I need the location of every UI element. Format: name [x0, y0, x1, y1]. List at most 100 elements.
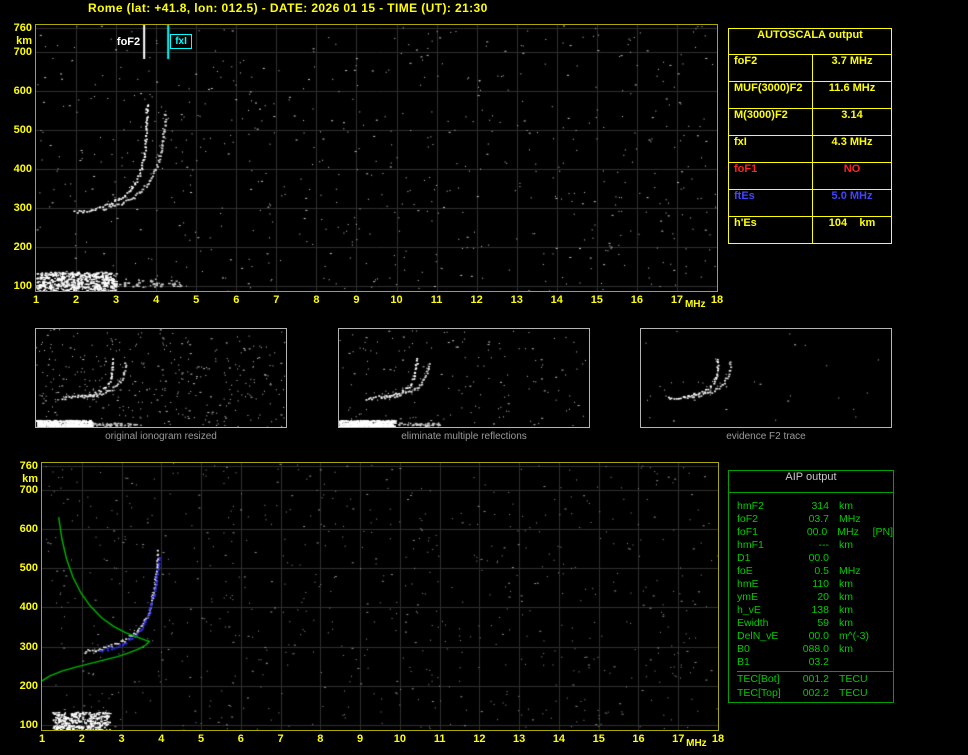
aip-parameter-name: TEC[Top]	[737, 687, 781, 699]
autoscala-parameter-name: M(3000)F2	[729, 109, 813, 135]
autoscala-parameter-value: 3.14	[841, 109, 863, 121]
aip-parameter-name: DelN_vE	[737, 630, 779, 642]
aip-parameter-extra	[875, 513, 893, 526]
aip-parameter-unit: km	[839, 617, 853, 629]
x-tick-label: 15	[592, 733, 605, 745]
aip-parameter-name: foE	[737, 565, 753, 577]
x-tick-label: 6	[233, 294, 240, 306]
aip-parameter-value: 314	[811, 500, 829, 512]
aip-parameter-extra	[875, 673, 893, 687]
autoscala-parameter-value: 3.7 MHz	[831, 55, 873, 67]
aip-row: D1 00.0	[737, 552, 893, 565]
aip-parameter-extra	[875, 630, 893, 643]
autoscala-parameter-name: ftEs	[729, 190, 813, 216]
thumbnail-canvas	[339, 329, 589, 427]
aip-parameter-name: D1	[737, 552, 751, 564]
y-tick-label: 600	[13, 84, 32, 97]
aip-parameter-value: 002.2	[802, 687, 829, 699]
thumbnail-3	[640, 328, 892, 428]
thumbnail-2	[338, 328, 590, 428]
aip-row: hmF2 314 km	[737, 500, 893, 513]
x-tick-label: 16	[632, 733, 645, 745]
aip-parameter-name: foF2	[737, 513, 759, 525]
aip-parameter-value: 088.0	[802, 643, 829, 655]
autoscala-row: foF1 NO	[729, 162, 891, 189]
aip-parameter-value: 00.0	[808, 552, 829, 564]
aip-parameter-value: 59	[817, 617, 829, 629]
y-tick-label: 300	[13, 202, 32, 215]
aip-row: h_vE 138 km	[737, 604, 893, 617]
aip-row: Ewidth 59 km	[737, 617, 893, 630]
autoscala-output-panel: AUTOSCALA output foF2 3.7 MHz MUF(3000)F2 1…	[728, 28, 892, 244]
main-ionogram-plot	[35, 24, 718, 292]
aip-row: B1 03.2	[737, 656, 893, 669]
y-tick-label: 300	[19, 640, 38, 653]
x-tick-label: 10	[390, 294, 403, 306]
thumbnail-caption: evidence F2 trace	[726, 431, 806, 442]
x-axis-unit: MHz	[686, 738, 707, 749]
aip-parameter-unit: TECU	[839, 687, 868, 699]
x-tick-label: 4	[153, 294, 160, 306]
aip-parameter-unit: km	[839, 539, 853, 551]
aip-parameter-extra	[875, 591, 893, 604]
autoscala-parameter-value: NO	[843, 163, 861, 175]
x-axis-unit: MHz	[684, 299, 706, 310]
x-tick-label: 10	[393, 733, 406, 745]
x-tick-label: 18	[711, 733, 725, 745]
x-tick-label: 7	[277, 733, 284, 745]
aip-parameter-extra	[875, 578, 893, 591]
y-tick-label: 500	[19, 562, 38, 575]
autoscala-row: fxI 4.3 MHz	[729, 135, 891, 162]
aip-parameter-extra	[875, 604, 893, 617]
page-title: Rome (lat: +41.8, lon: 012.5) - DATE: 20…	[88, 1, 488, 15]
y-axis-unit: km	[22, 473, 38, 486]
x-tick-label: 1	[32, 294, 40, 306]
y-tick-label: 400	[19, 601, 38, 614]
aip-parameter-name: h_vE	[737, 604, 761, 616]
aip-parameter-unit: km	[839, 591, 853, 603]
x-tick-label: 2	[78, 733, 85, 745]
x-tick-label: 5	[193, 294, 200, 306]
aip-parameter-value: 138	[811, 604, 829, 616]
aip-parameter-name: hmF2	[737, 500, 764, 512]
profile-ionogram-canvas	[42, 463, 718, 730]
profile-ionogram-plot	[41, 462, 719, 731]
aip-parameter-name: foF1	[737, 526, 759, 538]
aip-row: hmF1 --- km	[737, 539, 893, 552]
aip-parameter-unit: m^(-3)	[839, 630, 870, 642]
x-tick-label: 5	[197, 733, 205, 745]
x-tick-label: 11	[430, 294, 443, 306]
x-tick-label: 6	[237, 733, 244, 745]
aip-parameter-name: B1	[737, 656, 750, 668]
y-tick-label: 700	[13, 45, 32, 58]
aip-row: DelN_vE 00.0 m^(-3)	[737, 630, 893, 643]
aip-parameter-name: hmE	[737, 578, 759, 590]
x-tick-label: 2	[72, 294, 80, 306]
aip-parameter-extra	[875, 552, 893, 565]
x-tick-label: 14	[550, 294, 563, 306]
x-tick-label: 3	[118, 733, 125, 745]
fof2-marker-label: foF2	[116, 36, 141, 48]
aip-row: foF1 00.0 MHz [PN]	[737, 526, 893, 539]
aip-parameter-value: 001.2	[802, 673, 829, 685]
aip-parameter-name: TEC[Bot]	[737, 673, 780, 685]
autoscala-parameter-name: foF2	[729, 55, 813, 81]
aip-row: TEC[Top] 002.2 TECU	[737, 687, 893, 700]
y-axis-unit: km	[16, 35, 32, 48]
aip-parameter-unit: MHz	[839, 565, 861, 577]
thumbnail-canvas	[641, 329, 891, 427]
y-tick-label: 600	[19, 522, 38, 535]
x-tick-label: 9	[357, 733, 364, 745]
fxi-marker-label: fxI	[170, 34, 192, 49]
x-tick-label: 8	[313, 294, 320, 306]
aip-row: hmE 110 km	[737, 578, 893, 591]
aip-panel-title: AIP output	[729, 471, 893, 493]
autoscala-parameter-name: fxI	[729, 136, 813, 162]
aip-parameter-name: Ewidth	[737, 617, 769, 629]
aip-parameter-unit	[833, 656, 875, 669]
thumbnail-caption: eliminate multiple reflections	[401, 431, 527, 442]
x-tick-label: 8	[317, 733, 324, 745]
y-tick-label: 200	[19, 680, 38, 693]
y-tick-label: 200	[13, 241, 32, 254]
aip-parameter-value: 00.0	[808, 630, 829, 642]
